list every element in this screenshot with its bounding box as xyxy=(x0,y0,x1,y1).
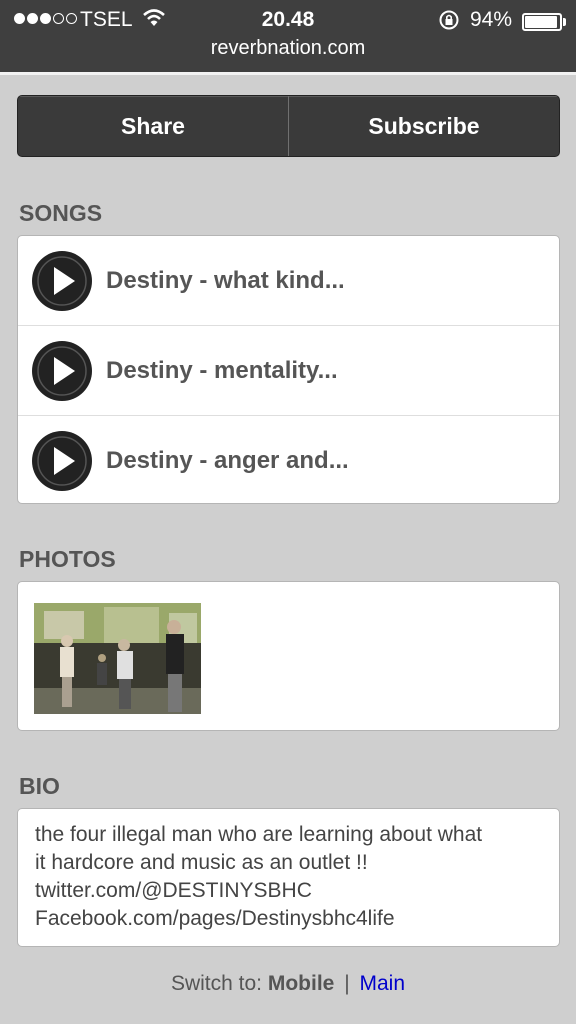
view-switcher: Switch to: Mobile | Main xyxy=(0,972,576,996)
song-title[interactable]: Destiny - mentality... xyxy=(106,357,338,385)
rotation-lock-icon xyxy=(439,10,459,30)
play-icon[interactable] xyxy=(31,250,93,312)
bio-heading: BIO xyxy=(19,773,60,799)
bio-card: the four illegal man who are learning ab… xyxy=(17,808,560,947)
band-photo-thumbnail[interactable] xyxy=(34,603,201,714)
separator: | xyxy=(344,972,350,995)
action-bar: Share Subscribe xyxy=(17,95,560,157)
song-item[interactable]: Destiny - anger and... xyxy=(18,416,559,503)
play-icon[interactable] xyxy=(31,340,93,402)
battery-icon xyxy=(522,13,562,31)
battery-fill xyxy=(525,16,557,28)
song-title[interactable]: Destiny - anger and... xyxy=(106,447,349,475)
photos-heading: PHOTOS xyxy=(19,546,116,572)
songs-list: Destiny - what kind... Destiny - mentali… xyxy=(17,235,560,504)
battery-percent: 94% xyxy=(470,8,513,31)
bio-facebook-link: Facebook.com/pages/Destinysbhc4life xyxy=(35,907,395,930)
songs-heading: SONGS xyxy=(19,200,103,226)
switch-label: Switch to: xyxy=(170,972,262,995)
bio-text: the four illegal man who are learning ab… xyxy=(35,821,545,933)
song-item[interactable]: Destiny - mentality... xyxy=(18,326,559,416)
main-site-link[interactable]: Main xyxy=(360,972,406,995)
song-item[interactable]: Destiny - what kind... xyxy=(18,236,559,326)
status-bar: TSEL 20.48 94% reverbnation.com xyxy=(0,0,576,72)
subscribe-button[interactable]: Subscribe xyxy=(289,96,559,156)
bio-twitter-link: twitter.com/@DESTINYSBHC xyxy=(35,879,312,902)
play-icon[interactable] xyxy=(31,430,93,492)
address-bar-url[interactable]: reverbnation.com xyxy=(0,37,576,60)
bio-line: it hardcore and music as an outlet !! xyxy=(35,851,368,874)
mobile-view-label: Mobile xyxy=(267,972,335,995)
share-button[interactable]: Share xyxy=(18,96,288,156)
song-title[interactable]: Destiny - what kind... xyxy=(106,267,345,295)
photos-card xyxy=(17,581,560,731)
bio-line: the four illegal man who are learning ab… xyxy=(35,823,483,846)
